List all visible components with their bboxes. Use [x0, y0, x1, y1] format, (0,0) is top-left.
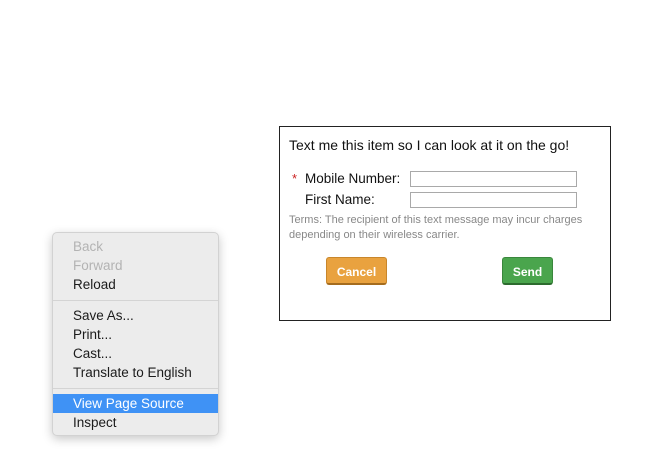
- menu-item-save-as[interactable]: Save As...: [53, 306, 218, 325]
- context-menu: Back Forward Reload Save As... Print... …: [52, 232, 219, 436]
- menu-item-print[interactable]: Print...: [53, 325, 218, 344]
- mobile-number-row: * Mobile Number:: [280, 170, 610, 188]
- menu-item-reload[interactable]: Reload: [53, 275, 218, 294]
- first-name-input[interactable]: [410, 192, 577, 208]
- first-name-label: First Name:: [305, 192, 375, 207]
- terms-text: Terms: The recipient of this text messag…: [289, 214, 583, 241]
- menu-item-cast[interactable]: Cast...: [53, 344, 218, 363]
- mobile-number-label: Mobile Number:: [305, 171, 401, 186]
- first-name-row: First Name:: [280, 191, 610, 209]
- send-button[interactable]: Send: [502, 257, 553, 285]
- page-canvas: Text me this item so I can look at it on…: [0, 0, 651, 474]
- dialog-title: Text me this item so I can look at it on…: [289, 137, 570, 153]
- menu-separator: [53, 300, 218, 301]
- mobile-number-input[interactable]: [410, 171, 577, 187]
- text-me-dialog: Text me this item so I can look at it on…: [279, 126, 611, 321]
- required-marker: *: [292, 171, 298, 186]
- menu-item-back: Back: [73, 239, 104, 254]
- menu-item-inspect[interactable]: Inspect: [53, 413, 218, 432]
- menu-item-translate[interactable]: Translate to English: [53, 363, 218, 382]
- menu-item-view-page-source[interactable]: View Page Source: [53, 394, 218, 413]
- menu-separator: [53, 388, 218, 389]
- cancel-button[interactable]: Cancel: [326, 257, 387, 285]
- menu-item-forward: Forward: [73, 258, 123, 273]
